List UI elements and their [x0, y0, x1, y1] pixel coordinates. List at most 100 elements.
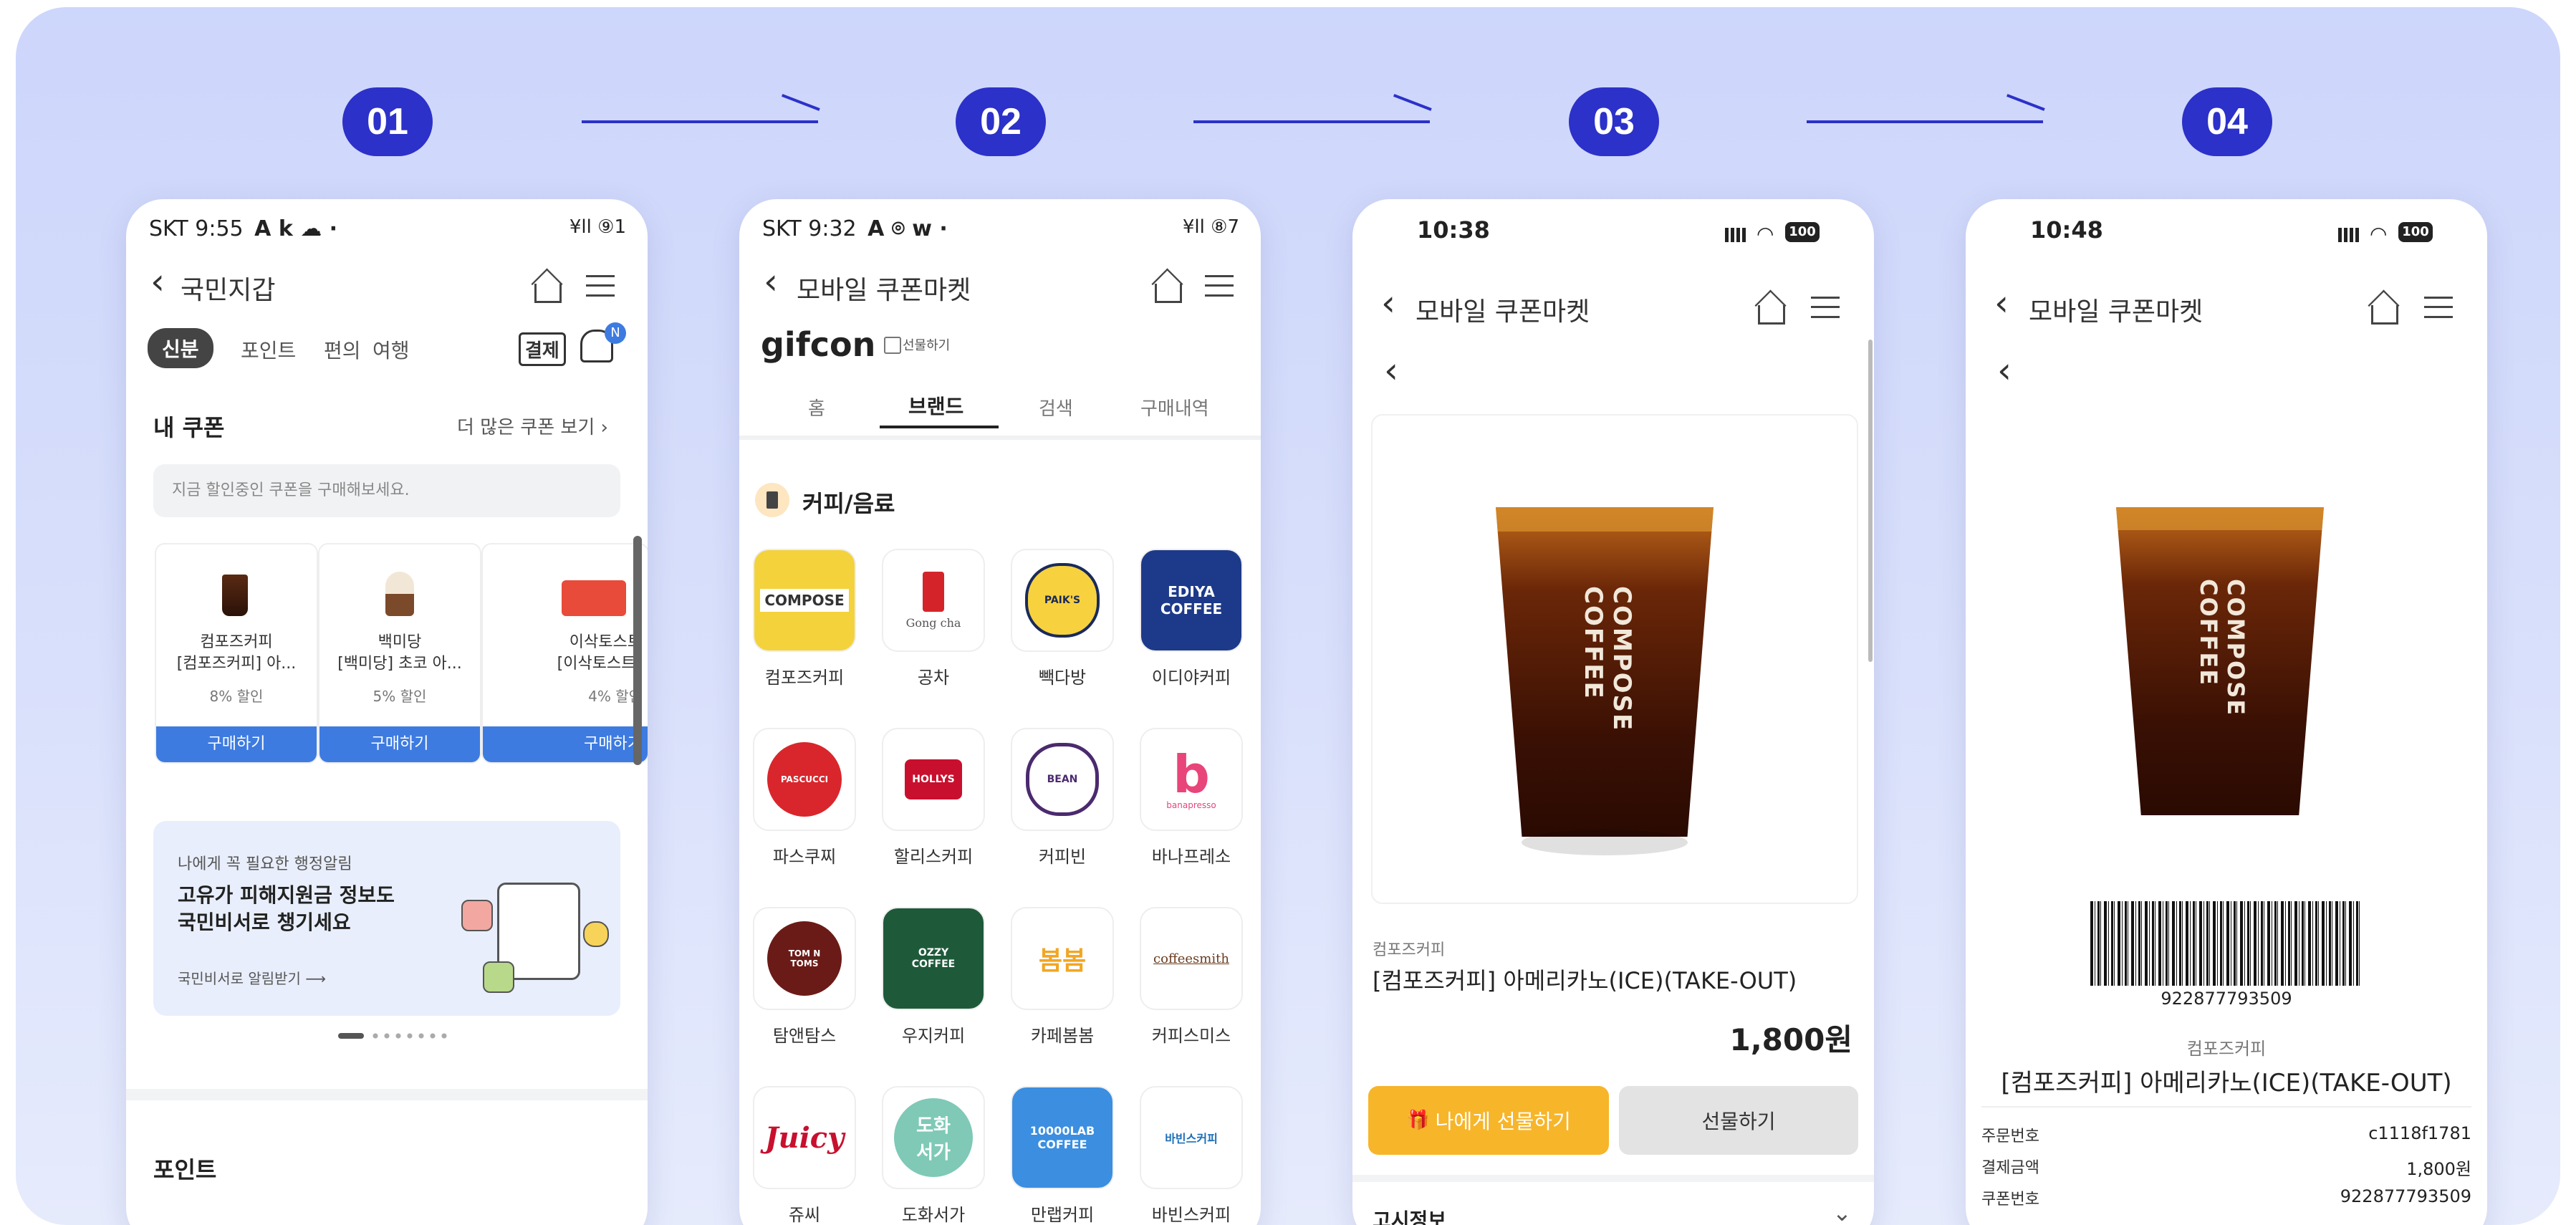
brand-label: 만랩커피	[1030, 1205, 1095, 1225]
divider	[1352, 1175, 1874, 1182]
brand-pascucci[interactable]: PASCUCCI 파스쿠찌	[751, 728, 858, 868]
brand-coffeebean[interactable]: BEAN 커피빈	[1009, 728, 1116, 868]
buy-button[interactable]: 구매하기	[483, 726, 648, 762]
phone-screen-product-detail: 10:38 ◠ 100 ‹ 모바일 쿠폰마켓 ‹ COMPOSE COFFEE …	[1352, 199, 1874, 1225]
coupon-search-field[interactable]: 지금 할인중인 쿠폰을 구매해보세요.	[153, 464, 620, 517]
tab-travel[interactable]: 여행	[373, 335, 410, 364]
brand-label: 바빈스커피	[1151, 1205, 1231, 1225]
inner-back-icon[interactable]: ‹	[1384, 352, 1398, 388]
ediya-logo-icon: EDIYA COFFEE	[1140, 549, 1243, 652]
menu-icon[interactable]	[586, 275, 615, 297]
tab-identity[interactable]: 신분	[148, 328, 213, 368]
coffeesmith-logo-icon: coffeesmith	[1140, 907, 1243, 1010]
coupon-card-isaac[interactable]: 이삭토스트 [이삭토스트] 4% 할인 구매하기	[481, 543, 648, 764]
brand-juicy[interactable]: Juicy 쥬씨	[751, 1086, 858, 1225]
gifcon-logo: gifcon	[761, 325, 876, 364]
buy-button[interactable]: 구매하기	[156, 726, 317, 762]
home-icon[interactable]	[2371, 305, 2398, 325]
menu-icon[interactable]	[1811, 297, 1840, 318]
coupon-discount: 8% 할인	[209, 688, 264, 705]
scrollbar[interactable]	[1868, 340, 1873, 662]
buy-button[interactable]: 구매하기	[319, 726, 480, 762]
banapresso-logo-icon: b banapresso	[1140, 728, 1243, 831]
brand-gongcha[interactable]: Gong cha 공차	[880, 549, 987, 688]
coupon-number-value: 922877793509	[2340, 1186, 2471, 1206]
coupon-card-baekmidang[interactable]: 백미당 [백미당] 초코 아... 5% 할인 구매하기	[318, 543, 481, 764]
brand-label: 바나프레소	[1151, 847, 1231, 867]
background-panel: 01 02 03 04 SKT 9:55 A k ☁ · ¥ll ⑨1 ‹ 국민…	[16, 7, 2560, 1225]
brand-hollys[interactable]: HOLLYS 할리스커피	[880, 728, 987, 868]
inner-back-icon[interactable]: ‹	[1997, 352, 2012, 388]
bombom-logo-icon: 봄봄	[1011, 907, 1114, 1010]
tab-purchase-history[interactable]: 구매내역	[1140, 394, 1209, 421]
brand-coffeesmith[interactable]: coffeesmith 커피스미스	[1138, 907, 1245, 1047]
brand-ediya[interactable]: EDIYA COFFEE 이디야커피	[1138, 549, 1245, 688]
menu-icon[interactable]	[1205, 275, 1234, 297]
carousel-dots[interactable]	[370, 1033, 448, 1039]
barcode-number: 922877793509	[2161, 989, 2292, 1009]
coupon-name: [이삭토스트]	[557, 655, 642, 673]
brand-banapresso[interactable]: b banapresso 바나프레소	[1138, 728, 1245, 868]
notice-banner[interactable]: 나에게 꼭 필요한 행정알림 고유가 피해지원금 정보도 국민비서로 챙기세요 …	[153, 821, 620, 1016]
phone-screen-coupon: 10:48 ◠ 100 ‹ 모바일 쿠폰마켓 ‹ COMPOSE COFFEE …	[1966, 199, 2487, 1225]
step-badge-2: 02	[956, 87, 1046, 156]
gift-button[interactable]: 선물하기	[1619, 1086, 1858, 1155]
page-title: 모바일 쿠폰마켓	[797, 276, 971, 305]
phone-screen-wallet: SKT 9:55 A k ☁ · ¥ll ⑨1 ‹ 국민지갑 신분 포인트 편의…	[126, 199, 648, 1225]
home-icon[interactable]	[534, 284, 562, 303]
brand-ozzy[interactable]: OZZY COFFEE 우지커피	[880, 907, 987, 1047]
gift-to-self-button[interactable]: 🎁 나에게 선물하기	[1368, 1086, 1609, 1155]
back-icon[interactable]: ‹	[764, 264, 778, 299]
tab-brand[interactable]: 브랜드	[908, 391, 963, 420]
coupon-brand: 백미당	[378, 633, 422, 651]
chevron-down-icon[interactable]: ⌄	[1832, 1199, 1852, 1225]
pay-button[interactable]: 결제	[519, 332, 566, 366]
gift-icon	[884, 337, 901, 354]
tomntoms-logo-icon: TOM N TOMS	[753, 907, 856, 1010]
product-brand: 컴포즈커피	[1373, 941, 1446, 959]
battery-icon: 100	[1785, 222, 1820, 242]
tab-points[interactable]: 포인트	[241, 335, 296, 364]
menu-icon[interactable]	[2424, 297, 2453, 318]
coupon-card-compose[interactable]: 컴포즈커피 [컴포즈커피] 아... 8% 할인 구매하기	[155, 543, 318, 764]
home-icon[interactable]	[1758, 305, 1785, 325]
barcode-icon	[2090, 901, 2363, 986]
tab-home[interactable]: 홈	[808, 394, 825, 421]
signal-icon	[1725, 228, 1746, 242]
more-coupons-link[interactable]: 더 많은 쿠폰 보기 ›	[457, 413, 608, 439]
back-icon[interactable]: ‹	[1994, 285, 2009, 321]
notice-info-title[interactable]: 고시정보	[1373, 1205, 1446, 1225]
banner-link[interactable]: 국민비서로 알림받기 ⟶	[178, 967, 326, 988]
brand-10000lab[interactable]: 10000LAB COFFEE 만랩커피	[1009, 1086, 1116, 1225]
brand-paiks[interactable]: PAIK'S 빽다방	[1009, 549, 1116, 688]
tab-indicator	[880, 426, 999, 428]
paiks-logo-icon: PAIK'S	[1011, 549, 1114, 652]
gift-icon: 🎁	[1406, 1110, 1430, 1131]
coffee-cup-icon	[222, 575, 248, 616]
tab-convenience[interactable]: 편의	[324, 335, 361, 364]
babeans-logo-icon: 바빈스커피	[1140, 1086, 1243, 1189]
banner-title-1: 고유가 피해지원금 정보도	[178, 883, 395, 907]
brand-babeans[interactable]: 바빈스커피 바빈스커피	[1138, 1086, 1245, 1225]
dohwaseoga-logo-icon: 도화서가	[882, 1086, 985, 1189]
coupon-name: [백미당] 초코 아...	[337, 655, 462, 673]
scrollbar[interactable]	[633, 536, 642, 765]
payment-amount-label: 결제금액	[1981, 1159, 2039, 1177]
brand-dohwaseoga[interactable]: 도화서가 도화서가	[880, 1086, 987, 1225]
juicy-logo-icon: Juicy	[753, 1086, 856, 1189]
brand-cafebombom[interactable]: 봄봄 카페봄봄	[1009, 907, 1116, 1047]
tab-search[interactable]: 검색	[1039, 394, 1073, 421]
gift-link[interactable]: 선물하기	[903, 335, 950, 354]
arrow-3-to-4	[1807, 120, 2043, 123]
back-icon[interactable]: ‹	[150, 264, 165, 299]
carousel-dot-active[interactable]	[338, 1033, 364, 1039]
back-icon[interactable]: ‹	[1381, 285, 1395, 321]
divider	[739, 436, 1261, 440]
brand-compose[interactable]: COMPOSE 컴포즈커피	[751, 549, 858, 688]
brand-label: 공차	[917, 668, 950, 688]
product-price: 1,800원	[1729, 1022, 1853, 1057]
brand-tomntoms[interactable]: TOM N TOMS 탐앤탐스	[751, 907, 858, 1047]
step-badge-1: 01	[342, 87, 433, 156]
home-icon[interactable]	[1155, 284, 1182, 303]
coupon-brand: 컴포즈커피	[2186, 1039, 2267, 1059]
